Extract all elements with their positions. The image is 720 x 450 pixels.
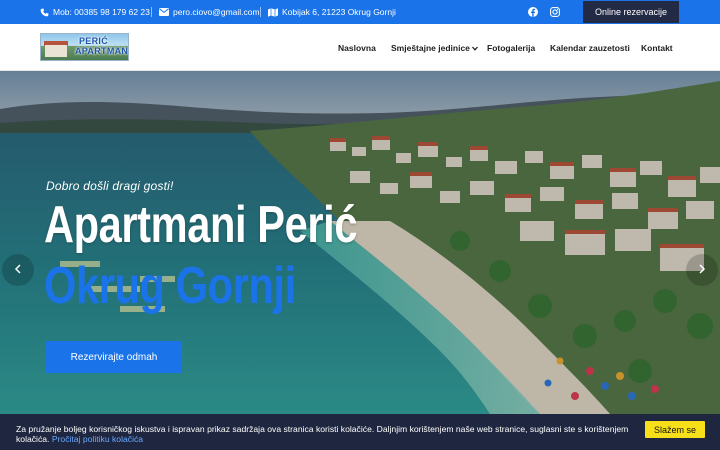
slider-next-arrow[interactable] <box>686 254 718 286</box>
address-contact: Kobijak 6, 21223 Okrug Gornji <box>268 0 396 24</box>
cookie-policy-link[interactable]: Pročitaj politiku kolačića <box>52 434 143 444</box>
slider-prev-arrow[interactable] <box>2 254 34 286</box>
online-reservation-button[interactable]: Online rezervacije <box>583 1 679 23</box>
hero-welcome-text: Dobro došli dragi gosti! <box>46 179 174 193</box>
email-contact[interactable]: pero.ciovo@gmail.com <box>159 0 260 24</box>
nav-item-label: Smještajne jedinice <box>391 42 470 53</box>
hero-slider: Dobro došli dragi gosti! Apartmani Perić… <box>0 71 720 414</box>
divider <box>260 7 261 17</box>
chevron-down-icon <box>471 43 478 53</box>
phone-icon <box>40 7 49 17</box>
cookie-message-block: Za pružanje boljeg korisničkog iskustva … <box>16 424 636 444</box>
reserve-now-button[interactable]: Rezervirajte odmah <box>46 341 182 373</box>
top-contact-bar: Mob: 00385 98 179 62 23 pero.ciovo@gmail… <box>0 0 720 24</box>
nav-item-smjestajne-jedinice[interactable]: Smještajne jedinice <box>391 24 478 71</box>
nav-item-kalendar-zauzetosti[interactable]: Kalendar zauzetosti <box>550 24 630 71</box>
logo-text-line2: APARTMANI <box>75 46 129 56</box>
cookie-accept-button[interactable]: Slažem se <box>645 421 705 438</box>
phone-contact[interactable]: Mob: 00385 98 179 62 23 <box>40 0 150 24</box>
chevron-right-icon <box>698 261 706 279</box>
site-logo[interactable]: PERIĆ APARTMANI <box>40 33 129 61</box>
chevron-left-icon <box>14 261 22 279</box>
nav-item-kontakt[interactable]: Kontakt <box>641 24 673 71</box>
main-header: PERIĆ APARTMANI Naslovna Smještajne jedi… <box>0 24 720 71</box>
phone-number: Mob: 00385 98 179 62 23 <box>53 7 150 17</box>
email-address: pero.ciovo@gmail.com <box>173 7 260 17</box>
divider <box>151 7 152 17</box>
nav-item-fotogalerija[interactable]: Fotogalerija <box>487 24 535 71</box>
nav-item-naslovna[interactable]: Naslovna <box>338 24 376 71</box>
hero-title-line2: Okrug Gornji <box>44 257 296 315</box>
envelope-icon <box>159 8 169 16</box>
hero-title-line1: Apartmani Perić <box>44 196 358 254</box>
street-address: Kobijak 6, 21223 Okrug Gornji <box>282 7 396 17</box>
logo-text-line1: PERIĆ <box>79 36 109 46</box>
facebook-icon[interactable] <box>526 5 540 19</box>
cookie-consent-bar: Za pružanje boljeg korisničkog iskustva … <box>0 414 720 450</box>
map-icon <box>268 7 278 17</box>
logo-house-shape <box>45 45 67 57</box>
instagram-icon[interactable] <box>548 5 562 19</box>
